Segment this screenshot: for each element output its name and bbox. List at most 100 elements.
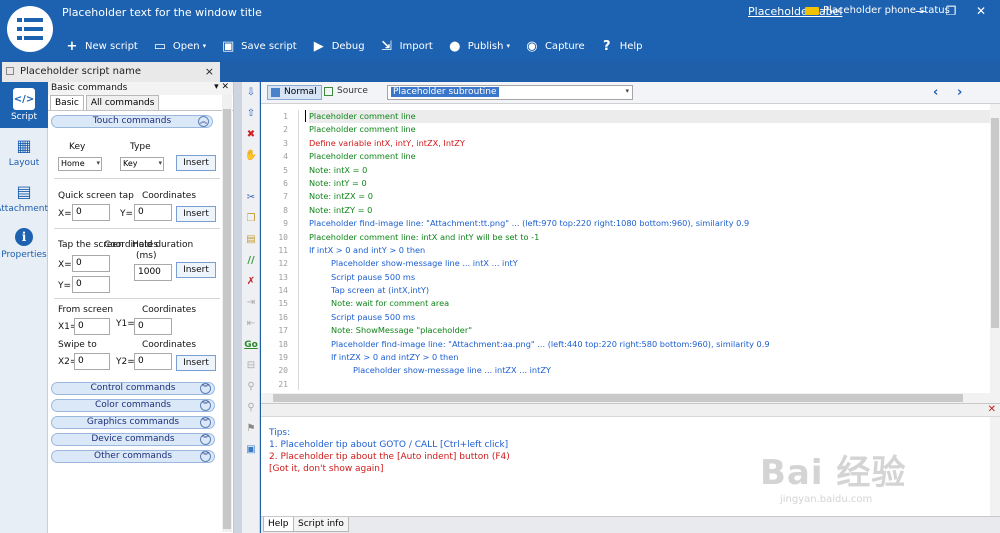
section-graphics-commands[interactable]: Graphics commands ︾ — [51, 416, 215, 429]
editor-scroll-thumb[interactable] — [991, 118, 999, 328]
rail-item-attachments[interactable]: ▤ Attachments — [0, 174, 53, 220]
section-control-commands[interactable]: Control commands ︾ — [51, 382, 215, 395]
help-scrollbar[interactable] — [990, 417, 1000, 516]
nav-next-icon[interactable]: › — [957, 85, 962, 100]
breakpoint-icon[interactable]: ⊟ — [242, 355, 260, 376]
copy-icon[interactable]: ❐ — [242, 208, 260, 229]
new-script-button[interactable]: + New script — [64, 38, 138, 54]
bookmark-icon[interactable]: ⚑ — [242, 418, 260, 439]
code-line[interactable] — [309, 378, 991, 391]
panel-scrollbar[interactable] — [222, 95, 232, 532]
duration-input[interactable]: 1000 — [134, 264, 172, 281]
move-down-icon[interactable]: ⇩ — [242, 82, 260, 103]
goto-icon[interactable]: Go — [242, 334, 260, 355]
maximize-button[interactable]: ❐ — [936, 2, 966, 20]
app-logo[interactable] — [7, 6, 53, 52]
code-line[interactable]: If intZX > 0 and intZY > 0 then — [309, 351, 991, 364]
panel-splitter[interactable] — [234, 82, 242, 533]
open-button[interactable]: ▭ Open ▾ — [152, 38, 206, 54]
panel-pin-close-icon[interactable]: ▾ ✕ — [214, 82, 229, 92]
section-device-commands[interactable]: Device commands ︾ — [51, 433, 215, 446]
paste-icon[interactable]: ▤ — [242, 229, 260, 250]
code-line[interactable]: Placeholder comment line — [309, 110, 991, 124]
hold-x-label: X= — [58, 260, 72, 270]
tap-x-input[interactable]: 0 — [72, 204, 110, 221]
code-editor[interactable]: 1 2 3 4 5 6 7 8 9 10 11 12 13 14 15 16 17 18 19 20 21 Placeh… — [261, 104, 1000, 403]
outdent-icon[interactable]: ⇤ — [242, 313, 260, 334]
y1-input[interactable]: 0 — [134, 318, 172, 335]
section-touch-commands[interactable]: Touch commands ︽ — [51, 115, 213, 128]
code-line[interactable]: Note: intY = 0 — [309, 177, 991, 190]
code-line[interactable]: Placeholder find-image line: "Attachment… — [309, 338, 991, 351]
x2-input[interactable]: 0 — [74, 353, 110, 370]
section-other-commands[interactable]: Other commands ︾ — [51, 450, 215, 463]
publish-button[interactable]: ● Publish ▾ — [447, 38, 510, 54]
rail-item-script[interactable]: </> Script — [0, 82, 48, 128]
insert-swipe-button[interactable]: Insert — [176, 355, 216, 371]
source-mode-button[interactable]: Source — [321, 85, 372, 100]
panel-scroll-thumb[interactable] — [223, 109, 231, 529]
save-script-button[interactable]: ▣ Save script — [220, 38, 297, 54]
nav-prev-icon[interactable]: ‹ — [933, 85, 938, 100]
replace-icon[interactable]: ⚲ — [242, 397, 260, 418]
indent-icon[interactable]: ⇥ — [242, 292, 260, 313]
y2-input[interactable]: 0 — [134, 353, 172, 370]
comment-icon[interactable]: // — [242, 250, 260, 271]
import-button[interactable]: ⇲ Import — [379, 38, 433, 54]
code-line[interactable]: Script pause 500 ms — [309, 271, 991, 284]
uncomment-icon[interactable]: ✗ — [242, 271, 260, 292]
key-select[interactable]: Home ▾ — [58, 157, 102, 171]
cut-icon[interactable]: ✂ — [242, 187, 260, 208]
code-line[interactable]: Placeholder comment line: intX and intY … — [309, 231, 991, 244]
code-line[interactable]: Placeholder comment line — [309, 123, 991, 136]
tab-help[interactable]: Help — [263, 517, 294, 532]
minimize-button[interactable]: — — [906, 2, 936, 20]
type-select[interactable]: Key ▾ — [120, 157, 164, 171]
help-button[interactable]: ? Help — [599, 38, 643, 54]
insert-key-button[interactable]: Insert — [176, 155, 216, 171]
tap-y-input[interactable]: 0 — [134, 204, 172, 221]
debug-button[interactable]: ▶ Debug — [311, 38, 365, 54]
subroutine-select[interactable]: Placeholder subroutine ▾ — [387, 85, 633, 100]
section-color-commands[interactable]: Color commands ︾ — [51, 399, 215, 412]
delete-icon[interactable]: ✖ — [242, 124, 260, 145]
code-line[interactable]: Placeholder comment line — [309, 150, 991, 163]
insert-tap-button[interactable]: Insert — [176, 206, 216, 222]
duration-label: Hold duration — [132, 240, 194, 250]
code-line[interactable]: Placeholder show-message line ... intX .… — [309, 257, 991, 270]
close-button[interactable]: ✕ — [966, 2, 996, 20]
document-tab[interactable]: Placeholder script name × — [2, 62, 220, 82]
insert-hold-button[interactable]: Insert — [176, 262, 216, 278]
close-tab-icon[interactable]: × — [205, 65, 214, 78]
x1-input[interactable]: 0 — [74, 318, 110, 335]
tab-script-info[interactable]: Script info — [293, 517, 349, 532]
code-line[interactable]: Note: intZY = 0 — [309, 204, 991, 217]
undo-icon[interactable]: ✋ — [242, 145, 260, 166]
code-line[interactable]: Placeholder show-message line ... intZX … — [309, 364, 991, 377]
code-line[interactable]: Note: ShowMessage "placeholder" — [309, 324, 991, 337]
find-icon[interactable]: ⚲ — [242, 376, 260, 397]
normal-mode-button[interactable]: Normal — [267, 85, 322, 100]
editor-vertical-scrollbar[interactable] — [990, 104, 1000, 403]
code-line[interactable]: Define variable intX, intY, intZX, IntZY — [309, 137, 991, 150]
capture-button[interactable]: ◉ Capture — [524, 38, 584, 54]
image-icon[interactable]: ▣ — [242, 439, 260, 460]
code-line[interactable]: Note: intX = 0 — [309, 164, 991, 177]
code-line[interactable]: Tap screen at (intX,intY) — [309, 284, 991, 297]
code-line[interactable]: Script pause 500 ms — [309, 311, 991, 324]
hold-y-input[interactable]: 0 — [72, 276, 110, 293]
code-line[interactable]: If intX > 0 and intY > 0 then — [309, 244, 991, 257]
rail-item-layout[interactable]: ▦ Layout — [0, 128, 48, 174]
tab-basic-commands[interactable]: Basic — [50, 95, 84, 110]
editor-horizontal-scrollbar[interactable] — [261, 393, 990, 403]
close-help-icon[interactable]: ✕ — [988, 404, 996, 415]
code-lines[interactable]: Placeholder comment line Placeholder comm… — [309, 110, 991, 391]
code-line[interactable]: Placeholder find-image line: "Attachment… — [309, 217, 991, 230]
code-line[interactable]: Note: wait for comment area — [309, 297, 991, 310]
hold-x-input[interactable]: 0 — [72, 255, 110, 272]
code-line[interactable]: Note: intZX = 0 — [309, 190, 991, 203]
move-up-icon[interactable]: ⇧ — [242, 103, 260, 124]
rail-item-properties[interactable]: i Properties — [0, 220, 48, 266]
editor-hscroll-thumb[interactable] — [273, 394, 963, 402]
tab-all-commands[interactable]: All commands — [85, 95, 160, 110]
